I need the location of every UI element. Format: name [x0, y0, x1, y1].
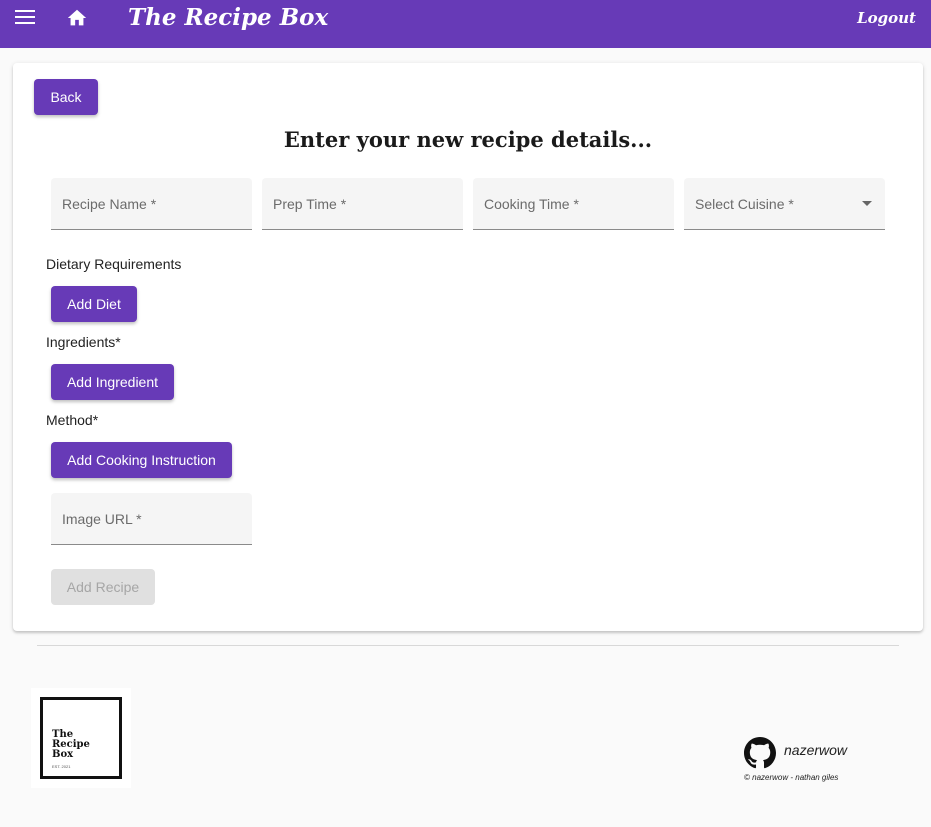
menu-icon[interactable]: [15, 10, 35, 26]
cooking-time-placeholder: Cooking Time *: [484, 196, 579, 212]
dietary-requirements-label: Dietary Requirements: [46, 256, 182, 272]
back-button[interactable]: Back: [34, 79, 98, 115]
add-cooking-instruction-button[interactable]: Add Cooking Instruction: [51, 442, 232, 478]
cuisine-select[interactable]: Select Cuisine *: [684, 178, 885, 230]
cuisine-placeholder: Select Cuisine *: [695, 196, 794, 212]
image-url-placeholder: Image URL *: [62, 511, 142, 527]
recipe-box-logo: The Recipe Box EST. 2021: [31, 688, 131, 788]
cooking-time-field[interactable]: Cooking Time *: [473, 178, 674, 230]
logo-text: The Recipe Box: [52, 729, 90, 760]
github-icon[interactable]: [744, 737, 776, 769]
add-recipe-button[interactable]: Add Recipe: [51, 569, 155, 605]
add-diet-button[interactable]: Add Diet: [51, 286, 137, 322]
ingredients-label: Ingredients*: [46, 334, 121, 350]
copyright-text: © nazerwow - nathan giles: [744, 773, 839, 782]
recipe-name-field[interactable]: Recipe Name *: [51, 178, 252, 230]
recipe-name-placeholder: Recipe Name *: [62, 196, 157, 212]
app-title[interactable]: The Recipe Box: [128, 4, 328, 31]
logo-frame: The Recipe Box EST. 2021: [40, 697, 122, 779]
github-username[interactable]: nazerwow: [784, 742, 847, 758]
footer-divider: [37, 645, 899, 646]
add-ingredient-button[interactable]: Add Ingredient: [51, 364, 174, 400]
image-url-field[interactable]: Image URL *: [51, 493, 252, 545]
home-icon[interactable]: [66, 7, 88, 29]
method-label: Method*: [46, 412, 99, 428]
logout-link[interactable]: Logout: [857, 9, 916, 27]
new-recipe-card: Back Enter your new recipe details... Re…: [13, 63, 923, 631]
dropdown-arrow-icon: [862, 201, 872, 206]
app-bar: The Recipe Box Logout: [0, 0, 931, 48]
prep-time-placeholder: Prep Time *: [273, 196, 347, 212]
page-title: Enter your new recipe details...: [283, 127, 653, 152]
logo-subtext: EST. 2021: [52, 764, 71, 769]
prep-time-field[interactable]: Prep Time *: [262, 178, 463, 230]
